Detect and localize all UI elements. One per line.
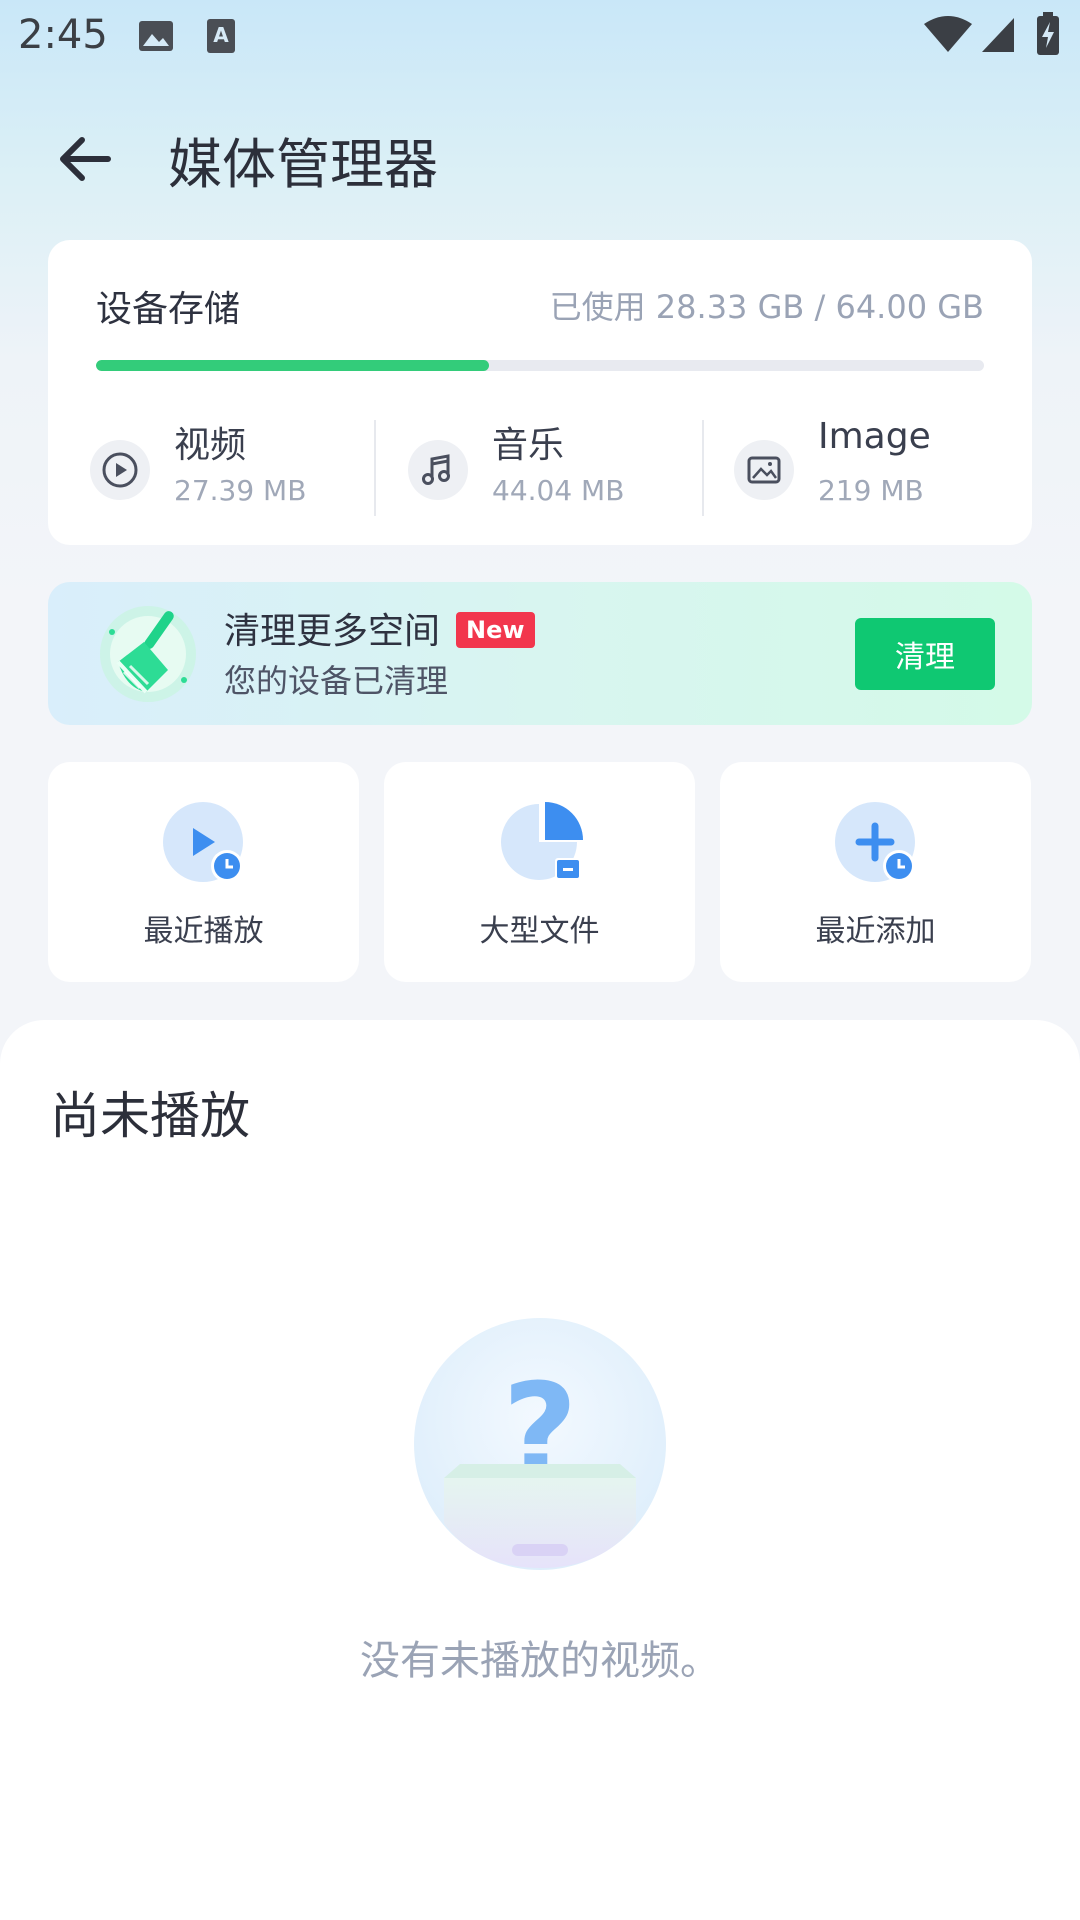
recent-add-icon (835, 802, 915, 882)
wifi-icon (924, 16, 972, 52)
broom-icon (100, 606, 196, 702)
status-bar: 2:45 A (0, 0, 1080, 72)
storage-progress-bar (96, 360, 984, 371)
divider (374, 420, 376, 516)
quick-action-large-files[interactable]: 大型文件 (384, 762, 695, 982)
play-circle-icon (90, 440, 150, 500)
page-title: 媒体管理器 (168, 133, 438, 196)
new-badge: New (456, 612, 535, 648)
image-icon (734, 440, 794, 500)
clean-space-banner[interactable]: 清理更多空间 New 您的设备已清理 清理 (48, 582, 1032, 725)
category-size: 27.39 MB (174, 474, 307, 507)
category-video[interactable]: 视频 27.39 MB (90, 416, 350, 516)
category-size: 219 MB (818, 474, 924, 507)
clean-button[interactable]: 清理 (855, 618, 995, 690)
arrow-left-icon (60, 137, 111, 181)
quick-action-label: 最近播放 (143, 914, 264, 949)
svg-text:A: A (213, 23, 229, 47)
status-time: 2:45 (18, 12, 108, 58)
signal-icon (982, 18, 1014, 52)
quick-action-recent-add[interactable]: 最近添加 (720, 762, 1031, 982)
category-name: 视频 (174, 425, 247, 466)
unplayed-section: 尚未播放 ? 没有未播放的视频。 (0, 1020, 1080, 1920)
quick-action-recent-play[interactable]: 最近播放 (48, 762, 359, 982)
recent-play-icon (163, 802, 243, 882)
storage-used-text: 已使用 28.33 GB / 64.00 GB (549, 288, 984, 326)
empty-message: 没有未播放的视频。 (360, 1638, 720, 1684)
quick-action-label: 大型文件 (479, 914, 600, 949)
category-size: 44.04 MB (492, 474, 625, 507)
battery-charging-icon (1037, 12, 1059, 55)
music-note-icon (408, 440, 468, 500)
device-storage-card[interactable]: 设备存储 已使用 28.33 GB / 64.00 GB 视频 27.39 MB… (48, 240, 1032, 545)
category-name: 音乐 (492, 425, 565, 466)
storage-progress-fill (96, 360, 490, 371)
clean-subtitle: 您的设备已清理 (224, 662, 449, 700)
divider (702, 420, 704, 516)
category-name: Image (818, 416, 931, 457)
storage-title: 设备存储 (96, 289, 241, 330)
large-file-icon (501, 802, 583, 880)
clean-title: 清理更多空间 (224, 611, 441, 652)
gallery-notification-icon (139, 21, 173, 51)
empty-box-question-icon: ? (414, 1318, 666, 1570)
category-image[interactable]: Image 219 MB (734, 416, 994, 516)
quick-action-label: 最近添加 (815, 914, 936, 949)
section-title: 尚未播放 (50, 1087, 250, 1145)
font-notification-icon: A (207, 19, 235, 53)
app-header: 媒体管理器 (0, 100, 1080, 210)
back-button[interactable] (50, 124, 120, 194)
category-music[interactable]: 音乐 44.04 MB (408, 416, 668, 516)
